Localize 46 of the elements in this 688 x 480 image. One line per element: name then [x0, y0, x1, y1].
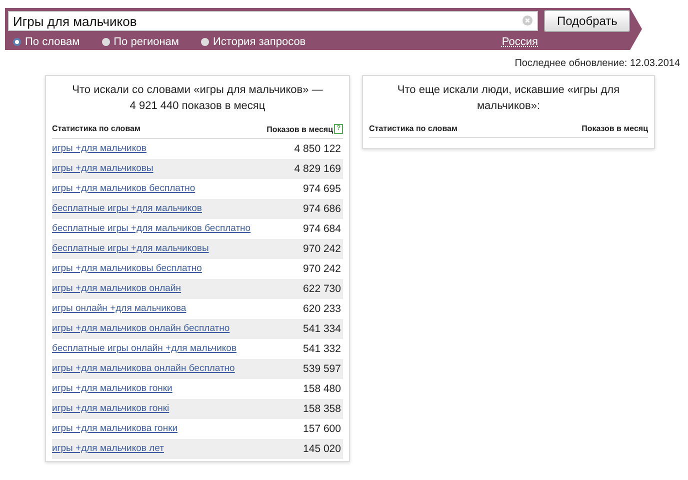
phrase-link[interactable]: игры +для мальчикова онлайн бесплатно: [52, 363, 252, 375]
count-cell: 4 829 169: [294, 163, 341, 175]
count-cell: 4 850 122: [294, 143, 341, 155]
phrase-link[interactable]: бесплатные игры онлайн +для мальчиков: [52, 343, 252, 355]
count-cell: 539 597: [303, 363, 341, 375]
column-header: Статистика по словам: [369, 124, 458, 133]
panel-title: Что искали со словами «игры для мальчиков» — 4 921 440 показов в месяц: [71, 83, 324, 114]
phrase-link[interactable]: игры онлайн +для мальчикова: [52, 303, 252, 315]
phrase-link[interactable]: игры +для мальчиков онлайн бесплатно: [52, 323, 252, 335]
count-cell: 158 480: [303, 383, 341, 395]
count-cell: 541 332: [303, 343, 341, 355]
phrase-link[interactable]: игры +для мальчиковы бесплатно: [52, 263, 252, 275]
region-link[interactable]: Россия: [502, 36, 538, 48]
column-header: Показов в месяц: [266, 124, 333, 134]
search-field[interactable]: Игры для мальчиков: [8, 11, 538, 31]
count-cell: 158 358: [303, 403, 341, 415]
count-cell: 145 020: [303, 443, 341, 455]
count-cell: 974 684: [303, 223, 341, 235]
count-cell: 620 233: [303, 303, 341, 315]
count-cell: 157 600: [303, 423, 341, 435]
phrase-link[interactable]: игры +для мальчиков: [52, 143, 252, 155]
phrase-link[interactable]: игры +для мальчиков онлайн: [52, 283, 252, 295]
phrase-link[interactable]: бесплатные игры +для мальчиковы: [52, 243, 252, 255]
count-cell: 974 686: [303, 203, 341, 215]
count-cell: 970 242: [303, 243, 341, 255]
phrase-link[interactable]: бесплатные игры +для мальчиков бесплатно: [52, 223, 252, 235]
count-cell: 541 334: [303, 323, 341, 335]
submit-button[interactable]: Подобрать: [544, 10, 630, 32]
search-mode-radio[interactable]: По регионам: [102, 36, 179, 48]
search-mode-radio[interactable]: История запросов: [201, 36, 306, 48]
panel-title: Что еще искали люди, искавшие «игры для мальчиков»:: [396, 83, 621, 114]
count-cell: 970 242: [303, 263, 341, 275]
last-update-text: Последнее обновление: 12.03.2014: [514, 58, 680, 69]
phrase-link[interactable]: игры +для мальчикова гонки: [52, 423, 252, 435]
phrase-link[interactable]: игры +для мальчиков бесплатно: [52, 183, 252, 195]
column-header: Статистика по словам: [52, 124, 140, 134]
phrase-link[interactable]: бесплатные игры +для мальчиков: [52, 203, 252, 215]
count-cell: 974 695: [303, 183, 341, 195]
column-header: Показов в месяц: [582, 124, 648, 133]
phrase-link[interactable]: игры +для мальчиков гонкі: [52, 403, 252, 415]
clear-icon[interactable]: [522, 15, 533, 26]
phrase-link[interactable]: игры +для мальчиковы: [52, 163, 252, 175]
phrase-link[interactable]: игры +для мальчиков лет: [52, 443, 252, 455]
count-cell: 622 730: [303, 283, 341, 295]
phrase-link[interactable]: игры +для мальчиков гонки: [52, 383, 252, 395]
search-mode-radio[interactable]: По словам: [13, 36, 80, 48]
